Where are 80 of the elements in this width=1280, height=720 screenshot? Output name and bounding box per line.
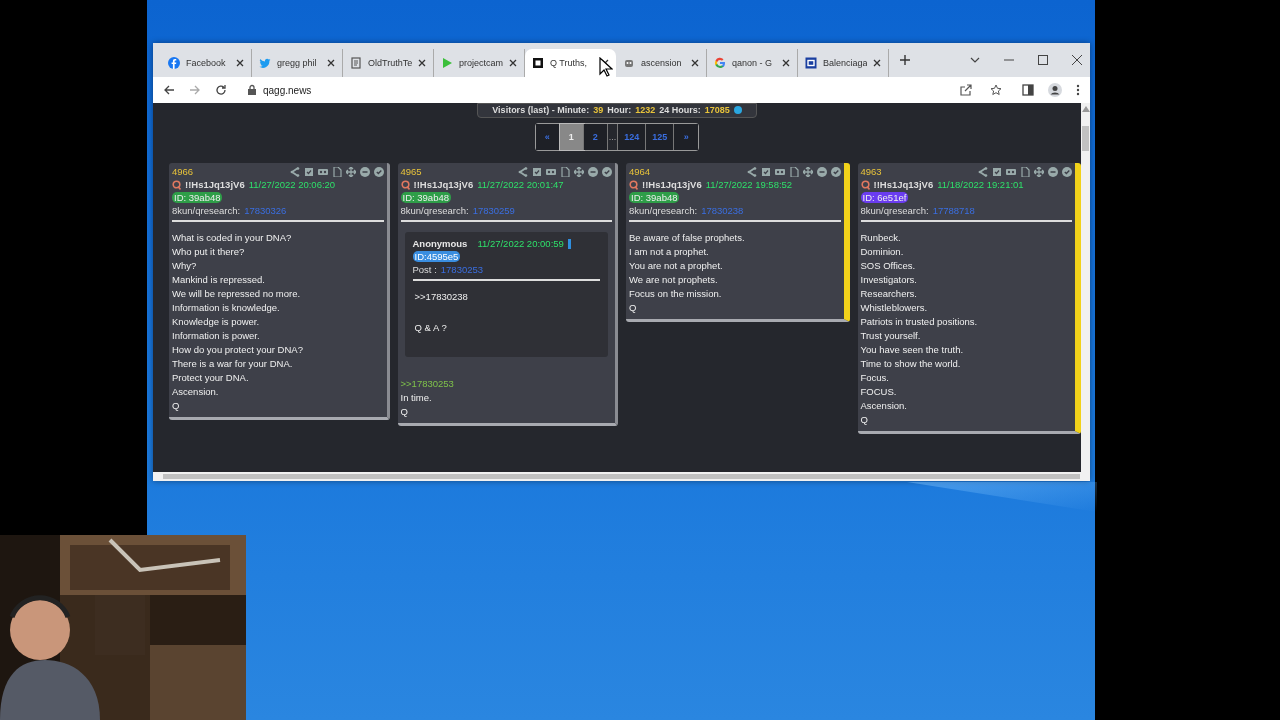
post-time: 11/18/2022 19:21:01 (937, 179, 1024, 190)
post-text: There is a war for your DNA. (172, 358, 294, 369)
post-text: Patriots in trusted positions. (860, 316, 979, 327)
quote-text: Q & A ? (414, 322, 448, 333)
visitor-count: 17085 (704, 105, 730, 115)
tripcode: !!Hs1Jq13jV6 (642, 179, 702, 190)
visitor-label: 24 Hours: (659, 105, 701, 115)
post-text: Knowledge is power. (172, 316, 261, 327)
post-time: 11/27/2022 20:06:20 (248, 179, 336, 190)
post-number: 4964 (629, 166, 651, 177)
page-button[interactable]: 2 (583, 124, 608, 150)
page-button[interactable]: » (674, 124, 699, 150)
post-text: Information is power. (172, 330, 261, 341)
tripcode: !!Hs1Jq13jV6 (185, 179, 245, 190)
poster-id: ID: 39ab48 (400, 192, 451, 203)
post-text: You have seen the truth. (860, 344, 965, 355)
poster-id: ID: 39ab48 (172, 192, 223, 203)
page-button[interactable]: 125 (646, 124, 675, 150)
post-time: 11/27/2022 20:00:59 (477, 238, 564, 249)
board-label: 8kun/qresearch: (860, 205, 929, 216)
post-link[interactable]: 17788718 (932, 205, 975, 216)
post-text: Trust yourself. (860, 330, 922, 341)
visitor-label: Visitors (last) - Minute: (492, 105, 590, 115)
post-text: FOCUS. (860, 386, 898, 397)
post-text: Whistleblowers. (860, 302, 929, 313)
post-label: Post : (412, 264, 437, 275)
board-label: 8kun/qresearch: (400, 205, 469, 216)
post-text: I am not a prophet. (629, 246, 710, 257)
tripcode: !!Hs1Jq13jV6 (413, 179, 474, 190)
post-text: Mankind is repressed. (172, 274, 266, 285)
page-button[interactable]: 1 (559, 124, 584, 150)
post-text: Information is knowledge. (172, 302, 281, 313)
post-text: Q (172, 400, 181, 411)
post-time: 11/27/2022 20:01:47 (477, 179, 564, 190)
visitor-count: 1232 (635, 105, 656, 115)
post-number: 4963 (860, 166, 882, 177)
poster-id: ID:4595e5 (412, 251, 461, 262)
post-text: What is coded in your DNA? (172, 232, 293, 243)
board-label: 8kun/qresearch: (172, 205, 241, 216)
tripcode: !!Hs1Jq13jV6 (873, 179, 934, 190)
post-time: 11/27/2022 19:58:52 (705, 179, 793, 190)
post-number: 4966 (172, 166, 194, 177)
quote-text: >>17830238 (414, 291, 469, 302)
post-text: In time. (400, 392, 433, 403)
visitor-count: 39 (593, 105, 604, 115)
post-link[interactable]: 17830253 (440, 264, 484, 275)
page-button[interactable]: 124 (618, 124, 647, 150)
post-link[interactable]: 17830259 (472, 205, 515, 216)
post-text: Ascension. (172, 386, 220, 397)
browser-tab[interactable]: Q Truths, (525, 49, 616, 77)
post-text: Researchers. (860, 288, 918, 299)
poster-id: ID: 39ab48 (629, 192, 680, 203)
author-name: Anonymous (412, 238, 468, 249)
page-button[interactable]: « (535, 124, 560, 150)
post-text: Dominion. (860, 246, 905, 257)
reply-link[interactable]: >>17830253 (400, 378, 612, 389)
visitor-label: Hour: (607, 105, 632, 115)
post-text: Focus on the mission. (629, 288, 723, 299)
post-link[interactable]: 17830326 (244, 205, 287, 216)
post-text: Q (400, 406, 409, 417)
post-text: Ascension. (860, 400, 908, 411)
post-text: You are not a prophet. (629, 260, 724, 271)
post-text: Focus. (860, 372, 890, 383)
board-label: 8kun/qresearch: (629, 205, 698, 216)
post-text: We are not prophets. (629, 274, 719, 285)
post-text: Protect your DNA. (172, 372, 250, 383)
post-text: We will be repressed no more. (172, 288, 302, 299)
post-text: Runbeck. (860, 232, 902, 243)
post-text: Investigators. (860, 274, 918, 285)
post-text: Be aware of false prophets. (629, 232, 746, 243)
post-text: Time to show the world. (860, 358, 962, 369)
post-number: 4965 (400, 166, 422, 177)
post-text: Q (860, 414, 869, 425)
post-text: SOS Offices. (860, 260, 917, 271)
poster-id: ID: 6e51ef (860, 192, 909, 203)
post-link[interactable]: 17830238 (701, 205, 744, 216)
post-text: Q (629, 302, 638, 313)
post-text: How do you protect your DNA? (172, 344, 304, 355)
post-text: Who put it there? (172, 246, 246, 257)
post-text: Why? (172, 260, 198, 271)
